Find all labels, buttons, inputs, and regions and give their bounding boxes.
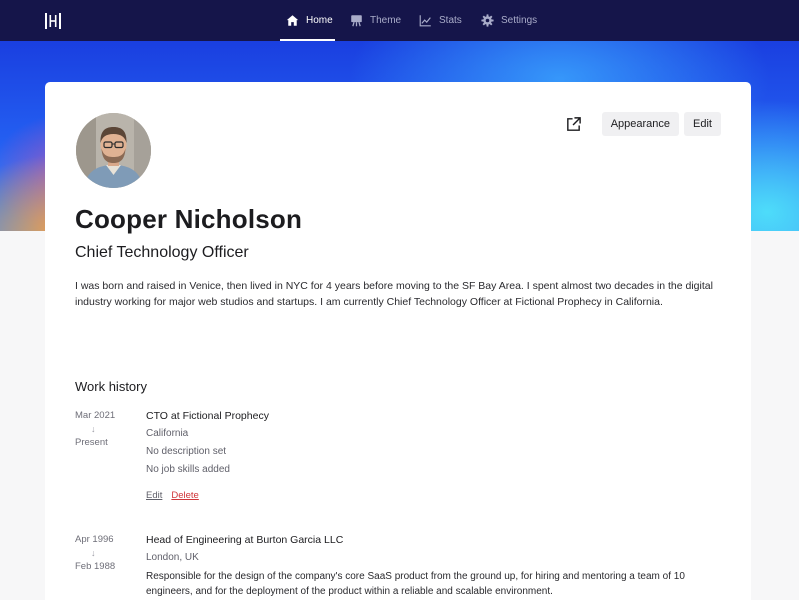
job-skills: No job skills added — [146, 464, 230, 475]
nav-item-label: Home — [306, 15, 333, 26]
profile-bio: I was born and raised in Venice, then li… — [75, 280, 713, 308]
job-dates: Apr 1996 ↓ Feb 1988 — [75, 533, 135, 574]
profile-card: Appearance Edit Cooper Nicholson Chief T… — [45, 82, 751, 600]
nav-item-stats[interactable]: Stats — [419, 0, 462, 41]
job-delete-link[interactable]: Delete — [171, 490, 198, 501]
easel-icon — [351, 15, 362, 27]
gear-icon — [481, 14, 494, 27]
job-title: CTO at Fictional Prophecy — [146, 410, 269, 422]
avatar — [76, 113, 151, 188]
nav-item-home[interactable]: Home — [280, 0, 335, 41]
job-location: California — [146, 428, 189, 439]
job-end-date: Feb 1988 — [75, 561, 116, 572]
nav-item-settings[interactable]: Settings — [481, 0, 537, 41]
profile-name: Cooper Nicholson — [75, 204, 303, 234]
job-start-date: Mar 2021 — [75, 410, 116, 421]
job-description: Responsible for the design of the compan… — [146, 571, 685, 597]
appearance-button[interactable]: Appearance — [601, 112, 680, 136]
chart-icon — [419, 15, 431, 27]
nav-item-theme[interactable]: Theme — [350, 0, 401, 41]
job-description: No description set — [146, 446, 227, 457]
nav-item-label: Stats — [439, 15, 462, 26]
nav-item-label: Theme — [370, 15, 402, 26]
job-title: Head of Engineering at Burton Garcia LLC — [146, 534, 344, 546]
job-dates: Mar 2021 ↓ Present — [75, 409, 135, 450]
external-link-glyph — [567, 116, 582, 131]
nav-item-label: Settings — [501, 15, 538, 26]
profile-title: Chief Technology Officer — [75, 244, 249, 261]
job-edit-link[interactable]: Edit — [146, 490, 162, 501]
job-end-date: Present — [75, 437, 108, 448]
top-navbar: Home Theme Stats Settings — [0, 0, 799, 41]
work-history-heading: Work history — [75, 379, 147, 394]
arrow-down-icon: ↓ — [91, 424, 96, 434]
external-link-icon[interactable] — [563, 113, 585, 135]
arrow-down-icon: ↓ — [91, 548, 96, 558]
home-icon — [286, 15, 299, 26]
edit-profile-button[interactable]: Edit — [684, 112, 721, 136]
job-location: London, UK — [146, 552, 199, 563]
job-start-date: Apr 1996 — [75, 534, 114, 545]
profile-photo — [76, 113, 151, 188]
